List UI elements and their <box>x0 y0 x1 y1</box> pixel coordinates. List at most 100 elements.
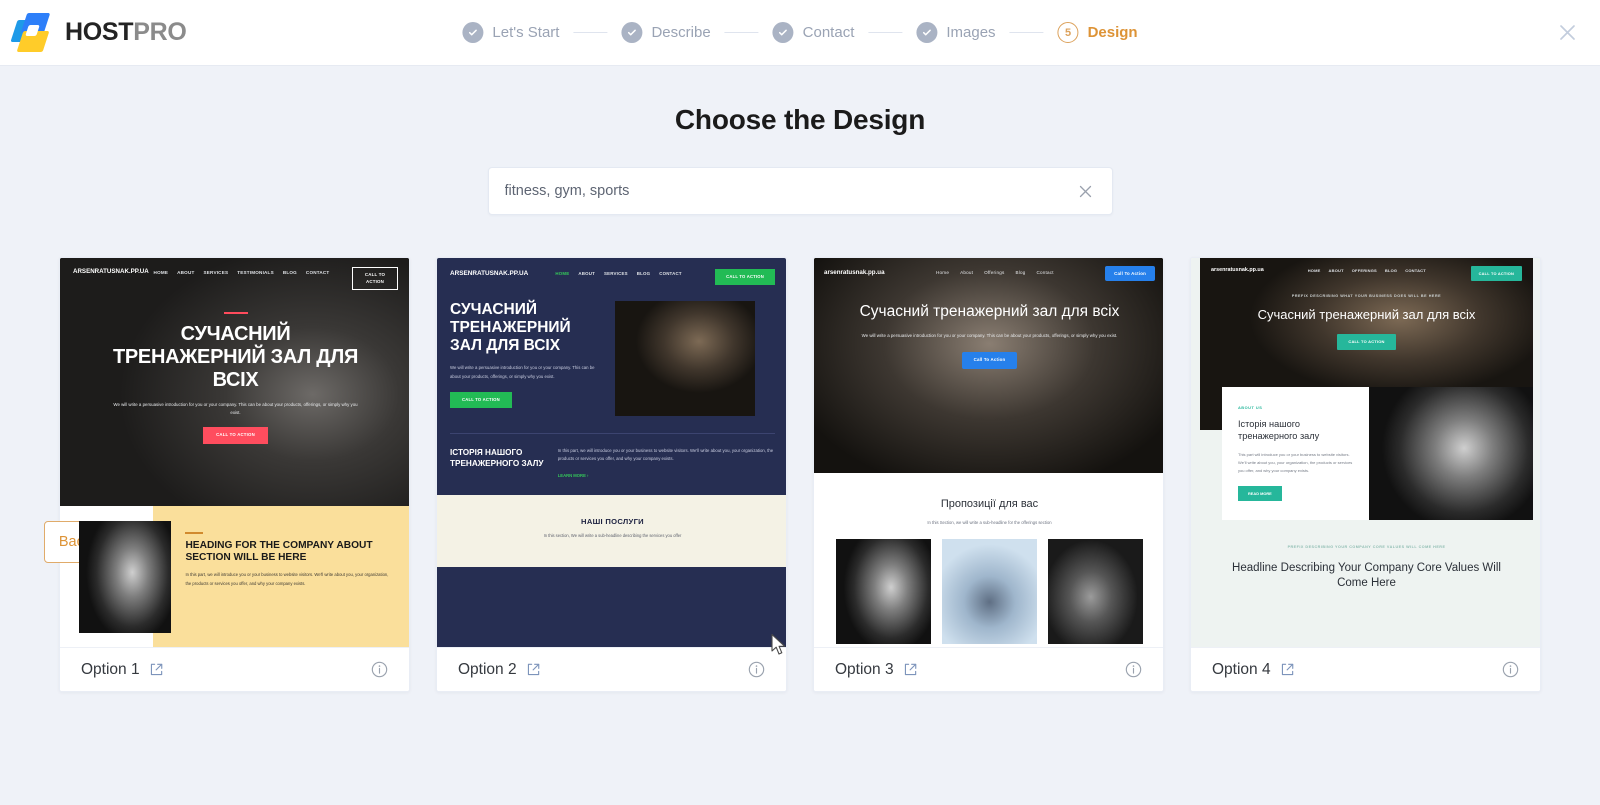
hero-subtext: We will write a persuasive introduction … <box>113 402 358 415</box>
step-contact[interactable]: Contact <box>772 22 855 43</box>
design-step-page: Choose the Design ARSENRATUSNAK.PP.UA HO… <box>0 66 1600 805</box>
nav-item: CONTACT <box>305 270 330 275</box>
hostpro-logo-icon <box>10 12 56 53</box>
hero-cta-button: CALL TO ACTION <box>450 392 512 409</box>
step-describe[interactable]: Describe <box>621 22 711 43</box>
nav-item: TESTIMONIALS <box>237 270 274 275</box>
site-logo: arsenratusnak.pp.ua <box>1211 267 1264 273</box>
site-logo: arsenratusnak.pp.ua <box>824 269 885 277</box>
nav-item: CONTACT <box>659 271 682 276</box>
step-label: Contact <box>802 24 855 41</box>
nav-item: HOME <box>555 271 570 276</box>
offer-image <box>836 539 931 645</box>
hero-cta-button: Call To Action <box>961 351 1018 370</box>
external-link-icon[interactable] <box>1280 662 1295 677</box>
nav-cta-button: CALL TO ACTION <box>715 269 775 286</box>
step-label: Describe <box>651 24 711 41</box>
external-link-icon[interactable] <box>903 662 918 677</box>
learn-more-label: LEARN MORE <box>557 472 586 478</box>
design-preview-3[interactable]: arsenratusnak.pp.ua Home About Offerings… <box>814 258 1163 647</box>
info-icon[interactable] <box>1502 661 1519 678</box>
step-separator <box>573 31 608 34</box>
step-images[interactable]: Images <box>916 22 996 43</box>
step-lets-start[interactable]: Let's Start <box>462 22 559 43</box>
about-image <box>79 521 172 633</box>
site-nav: HOME ABOUT OFFERINGS BLOG CONTACT <box>1308 268 1426 274</box>
offer-image <box>1048 539 1143 645</box>
site-logo: ARSENRATUSNAK.PP.UA <box>450 270 529 277</box>
option-label: Option 2 <box>458 660 517 678</box>
card-footer-3: Option 3 <box>814 647 1163 691</box>
nav-item: ABOUT <box>177 270 195 275</box>
about-heading: HEADING FOR THE COMPANY ABOUT SECTION WI… <box>185 539 373 564</box>
design-options-grid: ARSENRATUSNAK.PP.UA HOME ABOUT SERVICES … <box>0 257 1600 692</box>
check-icon <box>772 22 794 43</box>
nav-item: HOME <box>153 270 169 275</box>
nav-item: OFFERINGS <box>1351 268 1377 273</box>
option-label: Option 1 <box>81 660 140 678</box>
nav-item: CONTACT <box>1405 268 1426 273</box>
design-preview-4[interactable]: arsenratusnak.pp.ua HOME ABOUT OFFERINGS… <box>1191 258 1540 647</box>
nav-item: Home <box>936 270 950 276</box>
about-heading: Історія нашого тренажерного залу <box>1238 418 1320 442</box>
accent-rule <box>223 312 248 314</box>
check-icon <box>916 22 938 43</box>
site-logo: ARSENRATUSNAK.PP.UA <box>73 268 149 275</box>
nav-item: HOME <box>1307 268 1321 273</box>
design-card-option-3[interactable]: arsenratusnak.pp.ua Home About Offerings… <box>813 257 1164 692</box>
nav-item: BLOG <box>1384 268 1398 273</box>
design-card-option-1[interactable]: ARSENRATUSNAK.PP.UA HOME ABOUT SERVICES … <box>59 257 410 692</box>
nav-item: About <box>960 270 974 276</box>
story-body: In this part, we will introduce you or y… <box>557 448 774 462</box>
external-link-icon[interactable] <box>526 662 541 677</box>
hostpro-logo[interactable]: HOSTPRO <box>10 12 187 53</box>
keyword-search-box[interactable] <box>487 167 1113 215</box>
hero-image <box>615 301 755 417</box>
design-card-option-2[interactable]: ARSENRATUSNAK.PP.UA HOME ABOUT SERVICES … <box>436 257 787 692</box>
step-separator <box>868 31 903 34</box>
check-icon <box>462 22 484 43</box>
offers-heading: Пропозиції для вас <box>940 498 1039 510</box>
info-icon[interactable] <box>748 661 765 678</box>
offers-tiles <box>814 539 1163 645</box>
design-preview-2[interactable]: ARSENRATUSNAK.PP.UA HOME ABOUT SERVICES … <box>437 258 786 647</box>
hero-subtext: We will write a persuasive introduction … <box>450 365 595 379</box>
search-input[interactable] <box>504 183 1076 199</box>
card-footer-2: Option 2 <box>437 647 786 691</box>
offer-image <box>942 539 1037 645</box>
nav-item: ABOUT <box>578 271 595 276</box>
nav-cta-button: CALL TO ACTION <box>1470 266 1522 281</box>
step-label: Let's Start <box>492 24 560 41</box>
nav-item: SERVICES <box>603 271 628 276</box>
card-footer-4: Option 4 <box>1191 647 1540 691</box>
external-link-icon[interactable] <box>149 662 164 677</box>
card-footer-1: Option 1 <box>60 647 409 691</box>
design-preview-1[interactable]: ARSENRATUSNAK.PP.UA HOME ABOUT SERVICES … <box>60 258 409 647</box>
check-icon <box>621 22 643 43</box>
values-eyebrow: PREFIX DESCRIBING YOUR COMPANY CORE VALU… <box>1287 545 1446 550</box>
site-nav: Home About Offerings Blog Contact <box>936 270 1054 277</box>
nav-item: SERVICES <box>203 270 229 275</box>
accent-bar <box>185 532 204 534</box>
nav-item: Offerings <box>984 270 1005 276</box>
top-bar: HOSTPRO Let's Start Describe Contact Ima… <box>0 0 1600 66</box>
close-icon[interactable] <box>1554 20 1580 46</box>
hero-eyebrow: PREFIX DESCRIBING WHAT YOUR BUSINESS DOE… <box>1291 293 1442 298</box>
step-design[interactable]: 5 Design <box>1057 22 1138 43</box>
info-icon[interactable] <box>371 661 388 678</box>
hero-heading: СУЧАСНИЙ ТРЕНАЖЕРНИЙ ЗАЛ ДЛЯ ВСІХ <box>450 301 571 355</box>
clear-icon[interactable] <box>1076 181 1096 201</box>
logo-wordmark: HOSTPRO <box>65 18 187 47</box>
info-icon[interactable] <box>1125 661 1142 678</box>
services-heading: НАШІ ПОСЛУГИ <box>581 516 644 526</box>
site-nav: HOME ABOUT SERVICES BLOG CONTACT <box>555 271 681 277</box>
services-sub: In this section, We will write a sub-hea… <box>543 532 682 538</box>
design-card-option-4[interactable]: arsenratusnak.pp.ua HOME ABOUT OFFERINGS… <box>1190 257 1541 692</box>
logo-host-text: HOST <box>65 18 134 46</box>
story-heading: ІСТОРІЯ НАШОГО ТРЕНАЖЕРНОГО ЗАЛУ <box>450 448 544 469</box>
about-body: This part will introduce you or your bus… <box>1238 451 1353 473</box>
nav-cta-button: CALL TO ACTION <box>351 267 398 291</box>
step-separator <box>1009 31 1044 34</box>
hero-cta-button: CALL TO ACTION <box>1337 334 1396 351</box>
nav-item: BLOG <box>636 271 651 276</box>
